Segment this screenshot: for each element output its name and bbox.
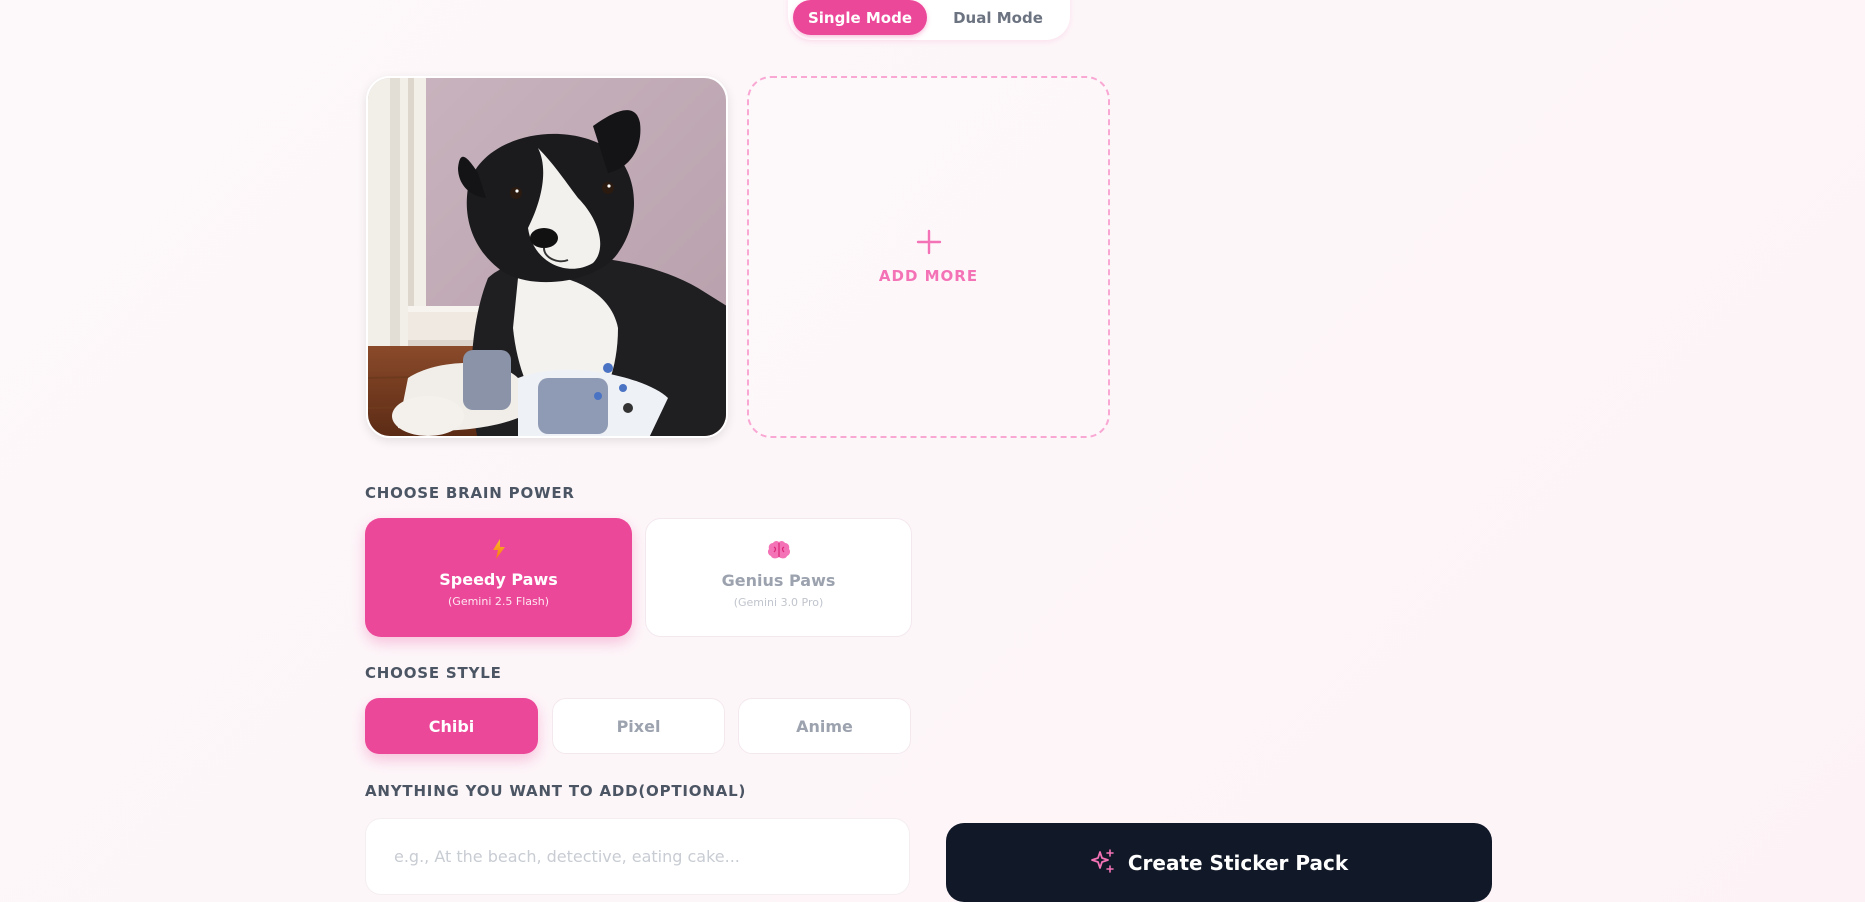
- brain-option-speedy-paws[interactable]: Speedy Paws (Gemini 2.5 Flash): [365, 518, 632, 637]
- sparkles-icon: [1090, 848, 1116, 878]
- brain-power-heading: CHOOSE BRAIN POWER: [365, 484, 575, 502]
- brain-option-title: Speedy Paws: [439, 570, 558, 589]
- uploaded-photo[interactable]: [366, 76, 728, 438]
- dual-mode-button[interactable]: Dual Mode: [931, 0, 1065, 35]
- brain-icon: [767, 539, 791, 561]
- plus-icon: [915, 223, 943, 263]
- brain-option-model: (Gemini 2.5 Flash): [448, 595, 549, 608]
- add-more-button[interactable]: ADD MORE: [747, 76, 1110, 438]
- add-more-label: ADD MORE: [878, 267, 979, 285]
- mode-toggle: Single Mode Dual Mode: [788, 0, 1070, 40]
- brain-option-genius-paws[interactable]: Genius Paws (Gemini 3.0 Pro): [645, 518, 912, 637]
- extra-heading: ANYTHING YOU WANT TO ADD(OPTIONAL): [365, 782, 747, 800]
- create-sticker-pack-button[interactable]: Create Sticker Pack: [946, 823, 1492, 902]
- style-option-pixel[interactable]: Pixel: [552, 698, 725, 754]
- extra-details-input[interactable]: [365, 818, 910, 895]
- single-mode-button[interactable]: Single Mode: [793, 0, 927, 35]
- brain-option-title: Genius Paws: [721, 571, 836, 590]
- lightning-icon: [492, 538, 506, 560]
- style-option-anime[interactable]: Anime: [738, 698, 911, 754]
- dog-photo: [368, 78, 726, 436]
- style-option-chibi[interactable]: Chibi: [365, 698, 538, 754]
- brain-option-model: (Gemini 3.0 Pro): [733, 596, 824, 609]
- create-button-label: Create Sticker Pack: [1127, 850, 1349, 875]
- style-heading: CHOOSE STYLE: [365, 664, 502, 682]
